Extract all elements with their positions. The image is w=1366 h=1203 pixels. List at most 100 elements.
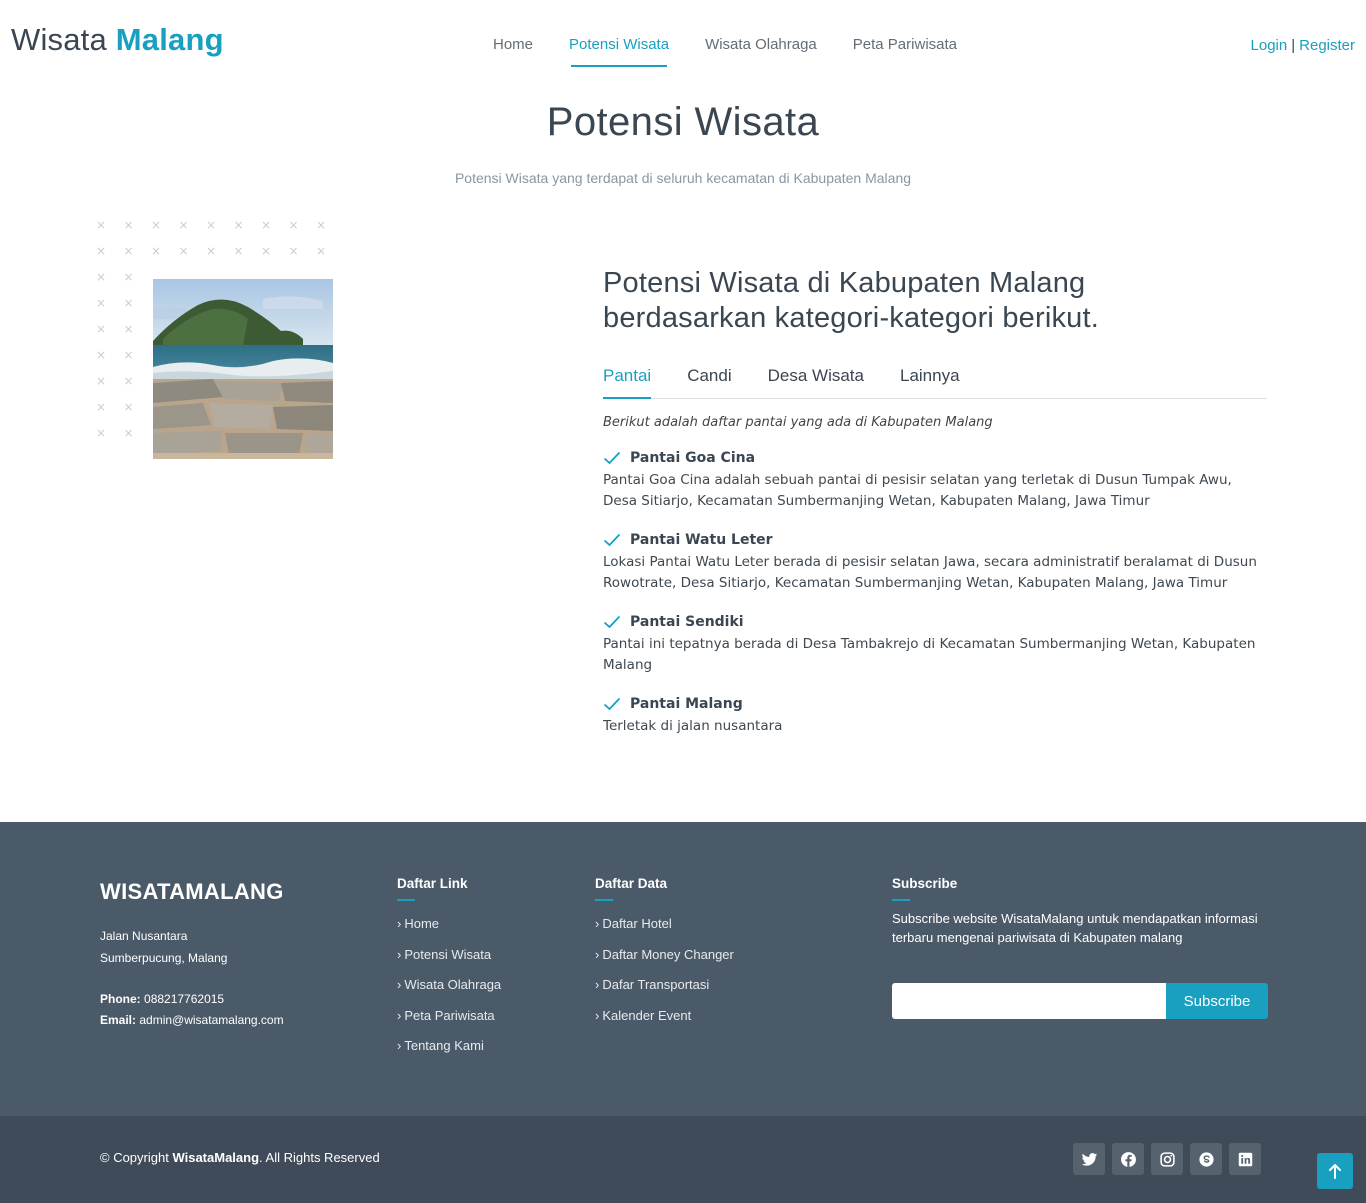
decorative-dot: ×	[316, 244, 327, 258]
list-item-title-text: Pantai Goa Cina	[630, 450, 756, 466]
decorative-dot: ×	[96, 322, 107, 336]
linkedin-link[interactable]	[1229, 1143, 1261, 1175]
footer-data-title: Daftar Data	[595, 876, 668, 891]
footer-link-daftar-money-changer[interactable]: › Daftar Money Changer	[595, 940, 734, 971]
phone-label: Phone:	[100, 992, 141, 1006]
content-heading-line1: Potensi Wisata di Kabupaten Malang	[603, 267, 1086, 299]
list-item-desc: Pantai ini tepatnya berada di Desa Tamba…	[603, 636, 1256, 673]
main-nav: Home Potensi Wisata Wisata Olahraga Peta…	[475, 36, 975, 67]
site-logo[interactable]: Wisata Malang	[11, 22, 224, 58]
list-item-title-text: Pantai Watu Leter	[630, 532, 773, 548]
footer-link-wisata-olahraga[interactable]: › Wisata Olahraga	[397, 970, 501, 1001]
list-item-title-text: Pantai Sendiki	[630, 614, 744, 630]
chevron-right-icon: ›	[595, 977, 600, 993]
copyright-suffix: . All Rights Reserved	[259, 1150, 380, 1165]
site-header: Wisata Malang Home Potensi Wisata Wisata…	[0, 0, 1366, 90]
footer-link-home[interactable]: › Home	[397, 909, 501, 940]
login-link[interactable]: Login	[1251, 37, 1288, 54]
chevron-right-icon: ›	[595, 916, 600, 931]
decorative-dot: ×	[123, 296, 134, 310]
footer-link-label: Daftar Hotel	[602, 916, 672, 931]
subscribe-button[interactable]: Subscribe	[1166, 983, 1268, 1019]
facebook-link[interactable]	[1112, 1143, 1144, 1175]
list-item-title-text: Pantai Malang	[630, 696, 743, 712]
beach-photo	[153, 279, 333, 459]
decorative-dot: ×	[123, 218, 134, 232]
nav-item-peta-pariwisata[interactable]: Peta Pariwisata	[853, 36, 957, 67]
footer-link-peta-pariwisata[interactable]: › Peta Pariwisata	[397, 1001, 501, 1032]
email-label: Email:	[100, 1013, 137, 1027]
copyright: © Copyright WisataMalang. All Rights Res…	[100, 1150, 380, 1165]
footer-link-kalender-event[interactable]: › Kalender Event	[595, 1001, 734, 1032]
decorative-dot: ×	[96, 244, 107, 258]
linkedin-icon	[1238, 1152, 1252, 1166]
footer-link-daftar-hotel[interactable]: › Daftar Hotel	[595, 909, 734, 940]
tab-intro-text: Berikut adalah daftar pantai yang ada di…	[603, 415, 993, 430]
nav-item-home[interactable]: Home	[493, 36, 533, 67]
footer-bottom-bar: © Copyright WisataMalang. All Rights Res…	[0, 1116, 1366, 1203]
twitter-link[interactable]	[1073, 1143, 1105, 1175]
list-item-title: Pantai Goa Cina	[603, 450, 1267, 466]
decorative-dot: ×	[206, 244, 217, 258]
decorative-dot: ×	[288, 218, 299, 232]
nav-item-potensi-wisata[interactable]: Potensi Wisata	[569, 36, 669, 67]
skype-link[interactable]	[1190, 1143, 1222, 1175]
list-item-desc: Pantai Goa Cina adalah sebuah pantai di …	[603, 472, 1232, 509]
subscribe-description: Subscribe website WisataMalang untuk men…	[892, 911, 1258, 945]
skype-icon	[1198, 1151, 1214, 1167]
decorative-dot: ×	[123, 348, 134, 362]
footer-link-label: Dafar Transportasi	[602, 977, 710, 993]
facebook-icon	[1120, 1151, 1136, 1167]
decorative-dot: ×	[96, 400, 107, 414]
decorative-dot: ×	[123, 400, 134, 414]
nav-item-wisata-olahraga[interactable]: Wisata Olahraga	[705, 36, 817, 67]
chevron-right-icon: ›	[397, 1038, 402, 1054]
decorative-dot: ×	[96, 270, 107, 284]
list-item-title: Pantai Sendiki	[603, 614, 1267, 630]
decorative-dot: ×	[96, 348, 107, 362]
content-heading: Potensi Wisata di Kabupaten Malang berda…	[603, 266, 1267, 336]
tab-lainnya[interactable]: Lainnya	[900, 366, 960, 398]
footer-link-label: Tentang Kami	[404, 1038, 484, 1054]
footer-contact: Phone: 088217762015 Email: admin@wisatam…	[100, 989, 284, 1031]
back-to-top-button[interactable]	[1317, 1153, 1353, 1189]
chevron-right-icon: ›	[397, 946, 402, 962]
phone-value: 088217762015	[144, 992, 225, 1006]
beach-photo-image	[153, 279, 333, 459]
social-links	[1073, 1143, 1268, 1175]
decorative-dot: ×	[96, 218, 107, 232]
chevron-right-icon: ›	[595, 946, 600, 962]
list-item: Pantai Sendiki Pantai ini tepatnya berad…	[603, 614, 1267, 676]
decorative-dot: ×	[261, 244, 272, 258]
footer-link-label: Home	[404, 916, 440, 931]
instagram-link[interactable]	[1151, 1143, 1183, 1175]
footer-link-potensi-wisata[interactable]: › Potensi Wisata	[397, 940, 501, 971]
subscribe-form: Subscribe	[892, 983, 1268, 1019]
footer-data-title-underline	[595, 899, 613, 901]
footer-link-dafar-transportasi[interactable]: › Dafar Transportasi	[595, 970, 734, 1001]
decorative-dot: ×	[178, 244, 189, 258]
footer-link-label: Kalender Event	[602, 1007, 692, 1023]
list-item: Pantai Goa Cina Pantai Goa Cina adalah s…	[603, 450, 1267, 512]
copyright-brand: WisataMalang	[172, 1150, 260, 1165]
subscribe-email-input[interactable]	[892, 983, 1166, 1019]
decorative-dot: ×	[233, 244, 244, 258]
footer-link-tentang-kami[interactable]: › Tentang Kami	[397, 1031, 501, 1062]
footer-address-line1: Jalan Nusantara	[100, 929, 188, 943]
footer-links-title: Daftar Link	[397, 876, 468, 891]
tab-pantai[interactable]: Pantai	[603, 366, 652, 399]
list-item-desc: Terletak di jalan nusantara	[603, 718, 783, 734]
footer-link-label: Potensi Wisata	[404, 946, 492, 962]
arrow-up-icon	[1329, 1164, 1341, 1179]
footer-subscribe-title-underline	[892, 899, 910, 901]
register-link[interactable]: Register	[1299, 37, 1355, 54]
tab-candi[interactable]: Candi	[687, 366, 731, 398]
tab-desa-wisata[interactable]: Desa Wisata	[768, 366, 864, 398]
footer-links-title-underline	[397, 899, 415, 901]
page-title: Potensi Wisata	[546, 100, 820, 144]
footer-address-line2: Sumberpucung, Malang	[100, 951, 228, 965]
list-item: Pantai Watu Leter Lokasi Pantai Watu Let…	[603, 532, 1267, 594]
check-icon	[603, 615, 621, 629]
list-item: Pantai Malang Terletak di jalan nusantar…	[603, 696, 1267, 737]
decorative-dot: ×	[178, 218, 189, 232]
